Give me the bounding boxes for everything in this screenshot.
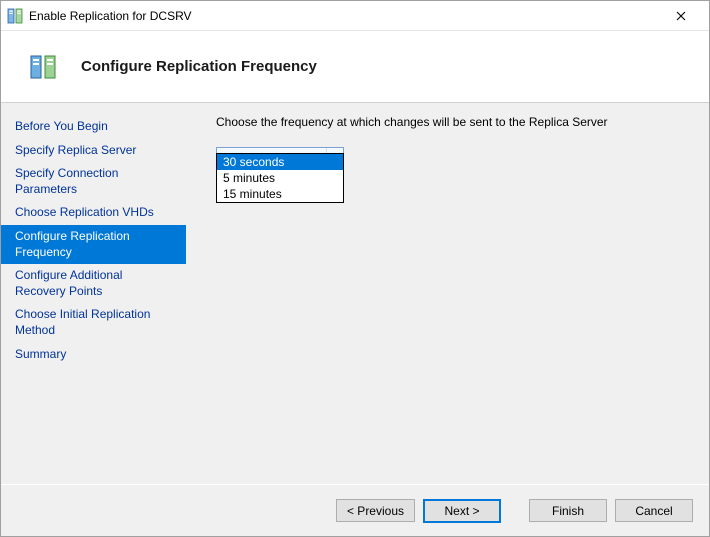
wizard-step[interactable]: Configure Additional Recovery Points — [1, 264, 186, 303]
next-button[interactable]: Next > — [423, 499, 501, 523]
wizard-footer: < Previous Next > Finish Cancel — [1, 484, 709, 536]
wizard-icon — [29, 53, 57, 81]
frequency-option[interactable]: 5 minutes — [217, 170, 343, 186]
cancel-button[interactable]: Cancel — [615, 499, 693, 522]
page-heading: Configure Replication Frequency — [81, 58, 317, 75]
close-icon — [676, 11, 686, 21]
finish-button[interactable]: Finish — [529, 499, 607, 522]
wizard-step[interactable]: Choose Initial Replication Method — [1, 303, 186, 342]
window-title: Enable Replication for DCSRV — [29, 9, 661, 23]
header-band: Configure Replication Frequency — [1, 31, 709, 103]
wizard-step[interactable]: Configure Replication Frequency — [1, 225, 186, 264]
previous-button[interactable]: < Previous — [336, 499, 415, 522]
frequency-option[interactable]: 30 seconds — [217, 154, 343, 170]
titlebar: Enable Replication for DCSRV — [1, 1, 709, 31]
wizard-step[interactable]: Specify Replica Server — [1, 139, 186, 163]
frequency-option[interactable]: 15 minutes — [217, 186, 343, 202]
body-area: Before You BeginSpecify Replica ServerSp… — [1, 103, 709, 484]
close-button[interactable] — [661, 2, 701, 30]
main-panel: Choose the frequency at which changes wi… — [186, 103, 709, 484]
app-icon — [7, 8, 23, 24]
wizard-step[interactable]: Specify Connection Parameters — [1, 162, 186, 201]
wizard-step[interactable]: Summary — [1, 343, 186, 367]
wizard-window: Enable Replication for DCSRV Configure R… — [0, 0, 710, 537]
frequency-dropdown-list[interactable]: 30 seconds5 minutes15 minutes — [216, 153, 344, 203]
wizard-step[interactable]: Before You Begin — [1, 115, 186, 139]
wizard-step[interactable]: Choose Replication VHDs — [1, 201, 186, 225]
instruction-text: Choose the frequency at which changes wi… — [216, 115, 691, 129]
wizard-steps-sidebar: Before You BeginSpecify Replica ServerSp… — [1, 103, 186, 484]
